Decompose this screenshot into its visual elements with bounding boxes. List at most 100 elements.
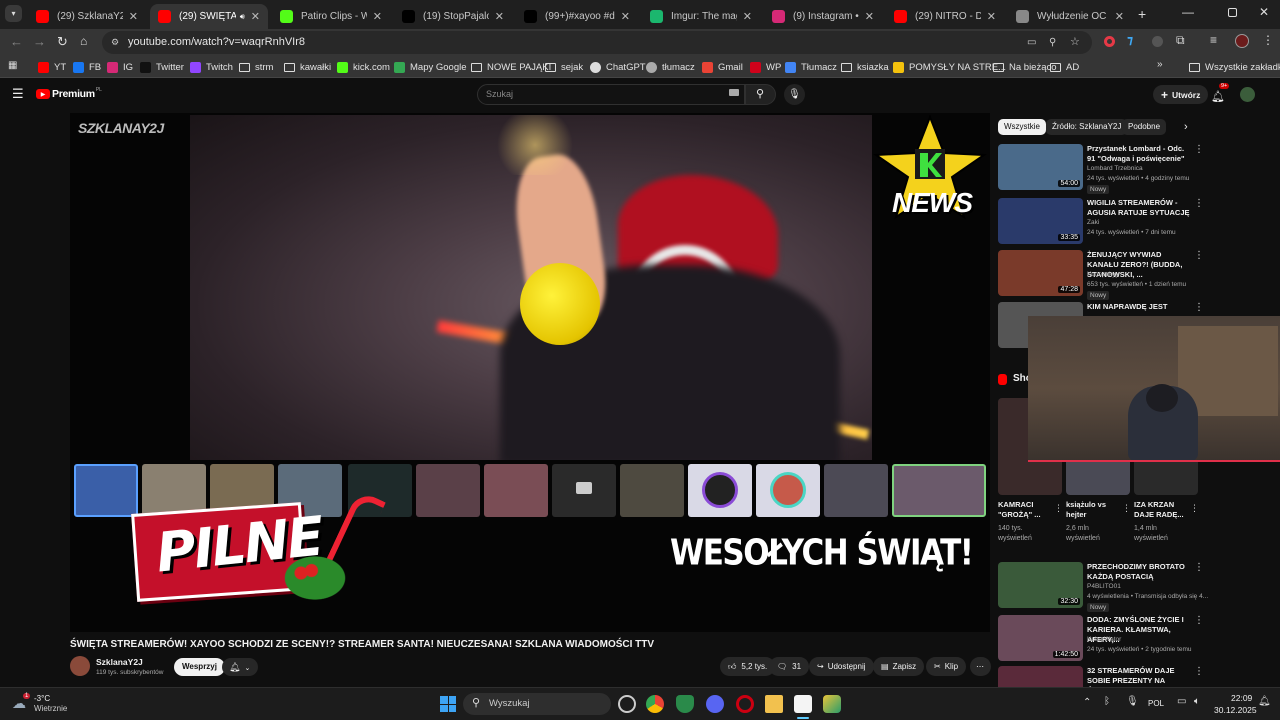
close-window-button[interactable]: ✕ — [1259, 5, 1269, 19]
taskbar-files-icon[interactable] — [765, 695, 783, 713]
more-bookmarks-icon[interactable]: » — [1157, 59, 1163, 70]
bookmark-yt[interactable]: YT — [38, 59, 66, 75]
network-icon[interactable]: ▭ — [1177, 696, 1186, 707]
search-input[interactable]: Szukaj — [477, 84, 745, 105]
recommended-video[interactable]: 54:00 Przystanek Lombard - Odc. 91 "Odwag… — [998, 144, 1208, 194]
notification-center-icon[interactable]: 🔔︎ — [1258, 696, 1271, 707]
voice-search-button[interactable]: 🎙 — [784, 84, 805, 105]
more-options-icon[interactable]: ⋮ — [1194, 144, 1204, 155]
install-icon[interactable]: ▭ — [1027, 31, 1036, 54]
channel-name[interactable]: SzklanaY2J — [96, 657, 143, 667]
taskbar-app-icon[interactable] — [618, 695, 636, 713]
bookmark-kawałki[interactable]: kawałki — [284, 59, 331, 75]
chip-related[interactable]: Podobne — [1122, 119, 1167, 135]
start-button[interactable] — [440, 696, 456, 712]
tray-bluetooth-icon[interactable]: ᛒ — [1104, 696, 1110, 707]
video-channel[interactable]: Kuba Wątor — [1087, 636, 1121, 643]
taskbar-discord-icon[interactable] — [706, 695, 724, 713]
video-channel[interactable]: P4BLITO01 — [1087, 583, 1121, 590]
chip-all[interactable]: Wszystkie — [998, 119, 1046, 135]
recommended-video[interactable]: 33:35 WIGILIA STREAMERÓW - AGUSIA RATUJE … — [998, 198, 1208, 248]
taskbar-app-icon[interactable] — [823, 695, 841, 713]
more-options-icon[interactable]: ⋮ — [1194, 615, 1204, 626]
taskbar-search[interactable]: ⚲ Wyszukaj — [463, 693, 611, 715]
recommended-video[interactable]: 1:42:50 DODA: ZMYŚLONE ŻYCIE I KARIERA. K… — [998, 615, 1208, 665]
clock-date[interactable]: 30.12.2025 — [1214, 705, 1257, 715]
bookmark-twitter[interactable]: Twitter — [140, 59, 184, 75]
extension-translate-icon[interactable]: ⁊ — [1127, 33, 1133, 47]
volume-icon[interactable]: 🔈︎ — [1194, 696, 1200, 707]
browser-menu-icon[interactable]: ⋮ — [1262, 33, 1274, 47]
video-thumbnail[interactable]: 33:35 — [998, 198, 1083, 244]
comments-button[interactable]: 🗨︎ 31 — [769, 657, 810, 676]
more-options-icon[interactable]: ⋮ — [1194, 666, 1204, 677]
tab-close-icon[interactable]: ✕ — [251, 10, 260, 23]
tab-search-button[interactable]: ▾ — [5, 5, 22, 22]
all-bookmarks-link[interactable]: Wszystkie zakładki — [1189, 59, 1280, 75]
video-thumbnail[interactable]: 54:00 — [998, 144, 1083, 190]
language-indicator[interactable]: POL — [1148, 699, 1164, 708]
bookmark-ad[interactable]: AD — [1050, 59, 1079, 75]
youtube-logo[interactable]: ▶ Premium PL — [36, 87, 102, 100]
more-options-icon[interactable]: ⋮ — [1194, 302, 1204, 313]
bookmark-ksiazka[interactable]: ksiazka — [841, 59, 889, 75]
more-options-icon[interactable]: ⋮ — [1190, 503, 1199, 514]
more-options-icon[interactable]: ⋮ — [1054, 503, 1063, 514]
keyboard-icon[interactable] — [729, 89, 739, 96]
video-title[interactable]: Przystanek Lombard - Odc. 91 "Odwaga i p… — [1087, 144, 1192, 164]
tab-close-icon[interactable]: ✕ — [129, 10, 138, 23]
subscription-bell-button[interactable]: 🔔︎ ⌄ — [222, 658, 258, 676]
bookmark-nowe-pająki[interactable]: NOWE PAJĄKI — [471, 59, 551, 75]
weather-widget[interactable]: ☁ 1 -3°C Wietrznie — [10, 693, 110, 717]
short-title[interactable]: książulo vs hejter — [1066, 500, 1122, 520]
tray-mic-icon[interactable]: 🎙 — [1126, 696, 1139, 707]
back-icon[interactable]: ← — [10, 34, 23, 49]
browser-tab[interactable]: Patiro Clips - Watch I ✕ — [272, 4, 390, 29]
taskbar-active-app-icon[interactable] — [794, 695, 812, 713]
bookmark-wp[interactable]: WP — [750, 59, 781, 75]
tab-close-icon[interactable]: ✕ — [621, 10, 630, 23]
video-channel[interactable]: Konopskyy — [1087, 271, 1119, 278]
share-button[interactable]: ↪ Udostępnij — [809, 657, 874, 676]
browser-tab[interactable]: (19) StopPajalock w s ✕ — [394, 4, 512, 29]
home-icon[interactable]: ⌂ — [80, 34, 87, 48]
bookmark-twitch[interactable]: Twitch — [190, 59, 233, 75]
tray-chevron-icon[interactable]: ⌃ — [1083, 697, 1091, 708]
more-options-icon[interactable]: ⋮ — [1194, 562, 1204, 573]
video-channel[interactable]: Lombard Trzebnica — [1087, 165, 1143, 172]
search-button[interactable]: ⚲ — [745, 84, 776, 105]
extension-grey-icon[interactable] — [1152, 36, 1163, 47]
notifications-button[interactable]: 🔔︎ 9+ — [1211, 83, 1230, 105]
tab-audio-icon[interactable]: 🔊︎ — [240, 12, 245, 22]
tab-close-icon[interactable]: ✕ — [373, 10, 382, 23]
chips-next-arrow[interactable]: › — [1178, 119, 1194, 135]
video-thumbnail[interactable]: 1:42:50 — [998, 615, 1083, 661]
channel-avatar[interactable] — [70, 656, 90, 676]
profile-avatar[interactable] — [1235, 34, 1249, 48]
more-actions-button[interactable]: ⋯ — [970, 657, 991, 676]
video-title[interactable]: WIGILIA STREAMERÓW - AGUSIA RATUJE SYTUA… — [1087, 198, 1192, 218]
clip-button[interactable]: ✂ Klip — [926, 657, 967, 676]
save-button[interactable]: ▤ Zapisz — [873, 657, 925, 676]
new-tab-button[interactable]: + — [1138, 6, 1146, 22]
browser-tab[interactable]: Wyłudzenie OC w Po ✕ — [1008, 4, 1132, 29]
tab-close-icon[interactable]: ✕ — [495, 10, 504, 23]
bookmark-star-icon[interactable]: ☆ — [1070, 31, 1080, 54]
join-button[interactable]: Wesprzyj — [174, 658, 225, 676]
more-options-icon[interactable]: ⋮ — [1194, 250, 1204, 261]
more-options-icon[interactable]: ⋮ — [1122, 503, 1131, 514]
clock-time[interactable]: 22:09 — [1231, 693, 1252, 703]
recommended-video[interactable]: 47:28 ŻENUJĄCY WYWIAD KANAŁU ZERO?! (BUDD… — [998, 250, 1208, 300]
browser-tab[interactable]: (9) Instagram • Mess ✕ — [764, 4, 882, 29]
apps-grid-icon[interactable]: ▦ — [8, 60, 17, 71]
hamburger-menu-icon[interactable]: ☰ — [12, 86, 24, 102]
browser-tab[interactable]: (29) ŚWIĘTA STRE 🔊︎ ✕ — [150, 4, 268, 29]
reload-icon[interactable]: ↻ — [57, 34, 68, 50]
forward-icon[interactable]: → — [33, 34, 46, 49]
bookmark-ig[interactable]: IG — [107, 59, 133, 75]
bookmark-chatgpt[interactable]: ChatGPT — [590, 59, 646, 75]
recommended-video[interactable]: 32:30 PRZECHODZIMY BROTATO KAŻDĄ POSTACIĄ… — [998, 562, 1208, 612]
site-info-icon[interactable]: ⚙ — [111, 31, 119, 54]
browser-tab[interactable]: Imgur: The magic of ✕ — [642, 4, 760, 29]
taskbar-shield-icon[interactable] — [676, 695, 694, 713]
